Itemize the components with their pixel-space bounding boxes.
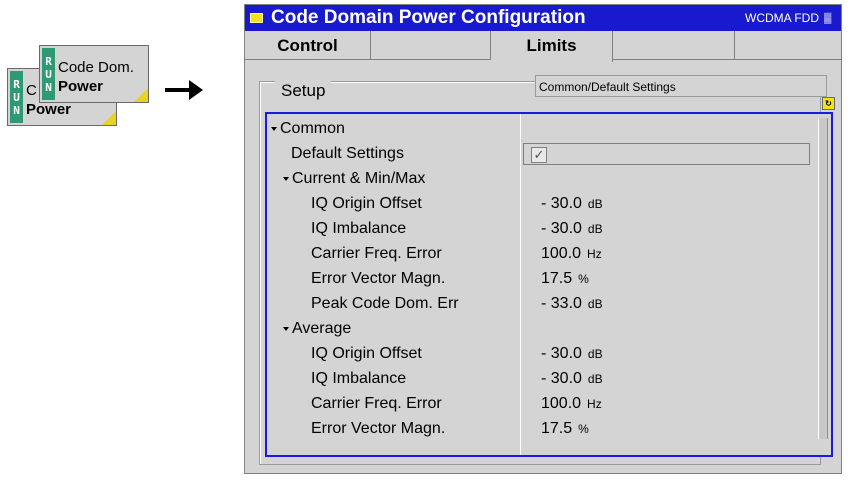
tree-node-label: Average: [292, 320, 352, 337]
tree-row[interactable]: IQ Imbalance - 30.0 dB: [267, 366, 817, 391]
tree-node-common[interactable]: Common: [267, 116, 817, 141]
setup-info-field: Common/Default Settings: [535, 75, 827, 97]
tree-row[interactable]: Carrier Freq. Error 100.0 Hz: [267, 391, 817, 416]
row-value: 17.5%: [541, 416, 589, 442]
wcdma-mode-icon: ▓: [824, 13, 832, 24]
value-number[interactable]: - 30.0: [541, 220, 582, 237]
caret-down-icon: [283, 326, 289, 331]
tree-row[interactable]: IQ Imbalance - 30.0 dB: [267, 216, 817, 241]
value-unit: dB: [587, 372, 603, 386]
softkey-code-dom-power[interactable]: RUN Code Dom. Power: [39, 45, 149, 103]
tab-bar: Control Limits: [245, 31, 841, 62]
limits-tree: Common Default Settings ✓ Current & Min/…: [265, 112, 833, 457]
value-unit: Hz: [587, 397, 602, 411]
value-number[interactable]: - 30.0: [541, 370, 582, 387]
value-unit: %: [578, 422, 589, 436]
row-label: Default Settings: [291, 145, 404, 162]
value-number[interactable]: - 30.0: [541, 345, 582, 362]
run-indicator: RUN: [10, 71, 23, 123]
default-settings-field[interactable]: ✓: [523, 143, 810, 165]
row-label: IQ Imbalance: [311, 370, 407, 387]
value-number[interactable]: 17.5: [541, 420, 572, 437]
setup-label: Setup: [275, 81, 332, 101]
softkey-corner-icon: [134, 88, 148, 102]
tree-row[interactable]: Carrier Freq. Error 100.0 Hz: [267, 241, 817, 266]
window-title: Code Domain Power Configuration: [271, 7, 586, 28]
tree-row[interactable]: Peak Code Dom. Err - 33.0 dB: [267, 291, 817, 316]
config-window: Code Domain Power Configuration WCDMA FD…: [244, 4, 842, 474]
checkbox-icon[interactable]: ✓: [531, 147, 547, 163]
row-label: Error Vector Magn.: [311, 270, 446, 287]
tree-row[interactable]: Error Vector Magn. 17.5%: [267, 416, 817, 441]
title-bar: Code Domain Power Configuration WCDMA FD…: [245, 5, 841, 31]
row-label: Carrier Freq. Error: [311, 245, 442, 262]
row-label: Carrier Freq. Error: [311, 395, 442, 412]
tree-row[interactable]: IQ Origin Offset - 30.0 dB: [267, 191, 817, 216]
row-label: IQ Origin Offset: [311, 195, 422, 212]
system-mode-label: WCDMA FDD: [745, 11, 819, 25]
softkey-label-line1: C: [26, 82, 37, 99]
tab-control[interactable]: Control: [245, 31, 371, 60]
row-value: - 33.0 dB: [541, 291, 603, 317]
row-value: 100.0 Hz: [541, 391, 602, 417]
value-unit: dB: [587, 222, 603, 236]
window-menu-icon[interactable]: [250, 13, 263, 23]
row-value: 100.0 Hz: [541, 241, 602, 267]
tree-node-label: Current & Min/Max: [292, 170, 426, 187]
caret-down-icon: [271, 126, 277, 131]
arrow-right-icon: [165, 80, 203, 100]
row-label: Error Vector Magn.: [311, 420, 446, 437]
softkey-corner-icon: [102, 111, 116, 125]
value-number[interactable]: 100.0: [541, 395, 581, 412]
tree-node-average[interactable]: Average: [267, 316, 817, 341]
run-indicator: RUN: [42, 48, 55, 100]
softkey-label-line2: Power: [58, 78, 104, 95]
tree-node-current[interactable]: Current & Min/Max: [267, 166, 817, 191]
value-number[interactable]: - 30.0: [541, 195, 582, 212]
vertical-scrollbar[interactable]: [818, 118, 828, 439]
tab-empty-3[interactable]: [735, 31, 841, 60]
row-value: - 30.0 dB: [541, 191, 603, 217]
tab-empty-1[interactable]: [371, 31, 491, 60]
tree-row[interactable]: IQ Origin Offset - 30.0 dB: [267, 341, 817, 366]
tab-limits[interactable]: Limits: [491, 31, 613, 62]
value-number[interactable]: - 33.0: [541, 295, 582, 312]
value-unit: dB: [587, 297, 603, 311]
tree-row[interactable]: Error Vector Magn. 17.5%: [267, 266, 817, 291]
row-value: - 30.0 dB: [541, 216, 603, 242]
row-value: - 30.0 dB: [541, 366, 603, 392]
row-value: 17.5%: [541, 266, 589, 292]
softkey-label-line1: Code Dom.: [58, 59, 134, 76]
row-label: Peak Code Dom. Err: [311, 295, 459, 312]
row-value: - 30.0 dB: [541, 341, 603, 367]
value-unit: dB: [587, 197, 603, 211]
value-number[interactable]: 17.5: [541, 270, 572, 287]
value-unit: dB: [587, 347, 603, 361]
value-unit: %: [578, 272, 589, 286]
tree-node-label: Common: [280, 120, 345, 137]
tab-empty-2[interactable]: [613, 31, 735, 60]
caret-down-icon: [283, 176, 289, 181]
tree-row-default-settings[interactable]: Default Settings ✓: [267, 141, 817, 166]
refresh-icon[interactable]: ↻: [822, 97, 835, 110]
value-number[interactable]: 100.0: [541, 245, 581, 262]
value-unit: Hz: [587, 247, 602, 261]
row-label: IQ Origin Offset: [311, 345, 422, 362]
row-label: IQ Imbalance: [311, 220, 407, 237]
